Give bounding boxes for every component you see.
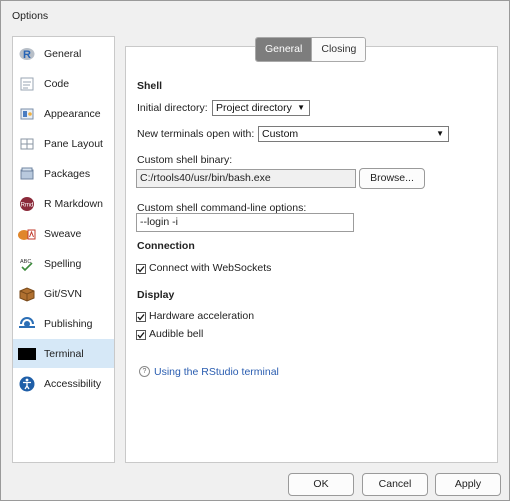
publishing-icon — [18, 315, 36, 333]
title-bar: Options — [1, 1, 509, 31]
sidebar-item-label: Pane Layout — [44, 137, 103, 150]
sidebar-item-code[interactable]: Code — [13, 69, 114, 98]
new-terminals-value: Custom — [262, 128, 299, 140]
checkmark-icon — [137, 314, 145, 321]
svg-text:R: R — [23, 49, 31, 61]
sidebar-item-label: Accessibility — [44, 377, 102, 390]
sidebar-item-appearance[interactable]: Appearance — [13, 99, 114, 128]
help-icon: ? — [139, 366, 150, 377]
ok-button[interactable]: OK — [288, 473, 354, 496]
r-logo-icon: R — [18, 45, 36, 63]
sidebar-item-accessibility[interactable]: Accessibility — [13, 369, 114, 398]
connection-heading: Connection — [137, 240, 195, 252]
sidebar-item-packages[interactable]: Packages — [13, 159, 114, 188]
options-sidebar: R General Code Appearance Pane Layout Pa… — [12, 36, 115, 463]
sidebar-item-publishing[interactable]: Publishing — [13, 309, 114, 338]
chevron-down-icon: ▼ — [436, 129, 444, 138]
initial-directory-label: Initial directory: — [137, 102, 208, 114]
sidebar-item-terminal[interactable]: Terminal — [13, 339, 114, 368]
checkmark-icon — [137, 332, 145, 339]
checkmark-icon — [137, 266, 145, 273]
svg-text:ABC: ABC — [20, 259, 31, 265]
initial-directory-select[interactable]: Project directory ▼ — [212, 100, 310, 116]
shell-heading: Shell — [137, 80, 163, 92]
new-terminals-select[interactable]: Custom ▼ — [258, 126, 449, 142]
chevron-down-icon: ▼ — [297, 103, 305, 112]
audible-bell-label: Audible bell — [149, 328, 204, 340]
cmdline-field[interactable]: --login -i — [136, 213, 354, 232]
initial-directory-value: Project directory — [216, 102, 292, 114]
sidebar-item-label: Git/SVN — [44, 287, 82, 300]
sidebar-item-label: Code — [44, 77, 70, 90]
rmarkdown-icon: Rmd — [18, 195, 36, 213]
window-title: Options — [12, 10, 49, 22]
spelling-icon: ABC — [18, 255, 36, 273]
tab-bar: General Closing — [255, 37, 367, 62]
cancel-button[interactable]: Cancel — [362, 473, 428, 496]
sidebar-item-label: Packages — [44, 167, 91, 180]
apply-button[interactable]: Apply — [435, 473, 501, 496]
custom-binary-label: Custom shell binary: — [137, 154, 233, 166]
tab-closing[interactable]: Closing — [311, 38, 366, 61]
sidebar-item-git-svn[interactable]: Git/SVN — [13, 279, 114, 308]
sidebar-item-label: Spelling — [44, 257, 82, 270]
audible-bell-checkbox[interactable] — [136, 330, 146, 340]
websockets-checkbox[interactable] — [136, 264, 146, 274]
terminal-icon — [18, 345, 36, 363]
sidebar-item-general[interactable]: R General — [13, 39, 114, 68]
packages-icon — [18, 165, 36, 183]
websockets-label: Connect with WebSockets — [149, 262, 272, 274]
sidebar-item-label: Sweave — [44, 227, 82, 240]
sidebar-item-label: General — [44, 47, 82, 60]
custom-binary-field[interactable]: C:/rtools40/usr/bin/bash.exe — [136, 169, 356, 188]
sidebar-item-label: Publishing — [44, 317, 93, 330]
sidebar-item-pane-layout[interactable]: Pane Layout — [13, 129, 114, 158]
accessibility-icon — [18, 375, 36, 393]
pane-layout-icon — [18, 135, 36, 153]
sweave-icon — [18, 225, 36, 243]
terminal-help-link[interactable]: Using the RStudio terminal — [154, 366, 279, 378]
sidebar-item-spelling[interactable]: ABC Spelling — [13, 249, 114, 278]
browse-button[interactable]: Browse... — [359, 168, 425, 189]
sidebar-item-label: Appearance — [44, 107, 101, 120]
sidebar-item-label: Terminal — [44, 347, 84, 360]
svg-text:Rmd: Rmd — [21, 202, 34, 208]
new-terminals-label: New terminals open with: — [137, 128, 255, 140]
sidebar-item-label: R Markdown — [44, 197, 103, 210]
appearance-icon — [18, 105, 36, 123]
code-icon — [18, 75, 36, 93]
options-dialog: Options R General Code Appearance Pane L… — [0, 0, 510, 501]
display-heading: Display — [137, 289, 175, 301]
git-svn-icon — [18, 285, 36, 303]
hardware-acceleration-checkbox[interactable] — [136, 312, 146, 322]
sidebar-item-r-markdown[interactable]: Rmd R Markdown — [13, 189, 114, 218]
hardware-acceleration-label: Hardware acceleration — [149, 310, 255, 322]
tab-general[interactable]: General — [256, 38, 312, 61]
sidebar-item-sweave[interactable]: Sweave — [13, 219, 114, 248]
